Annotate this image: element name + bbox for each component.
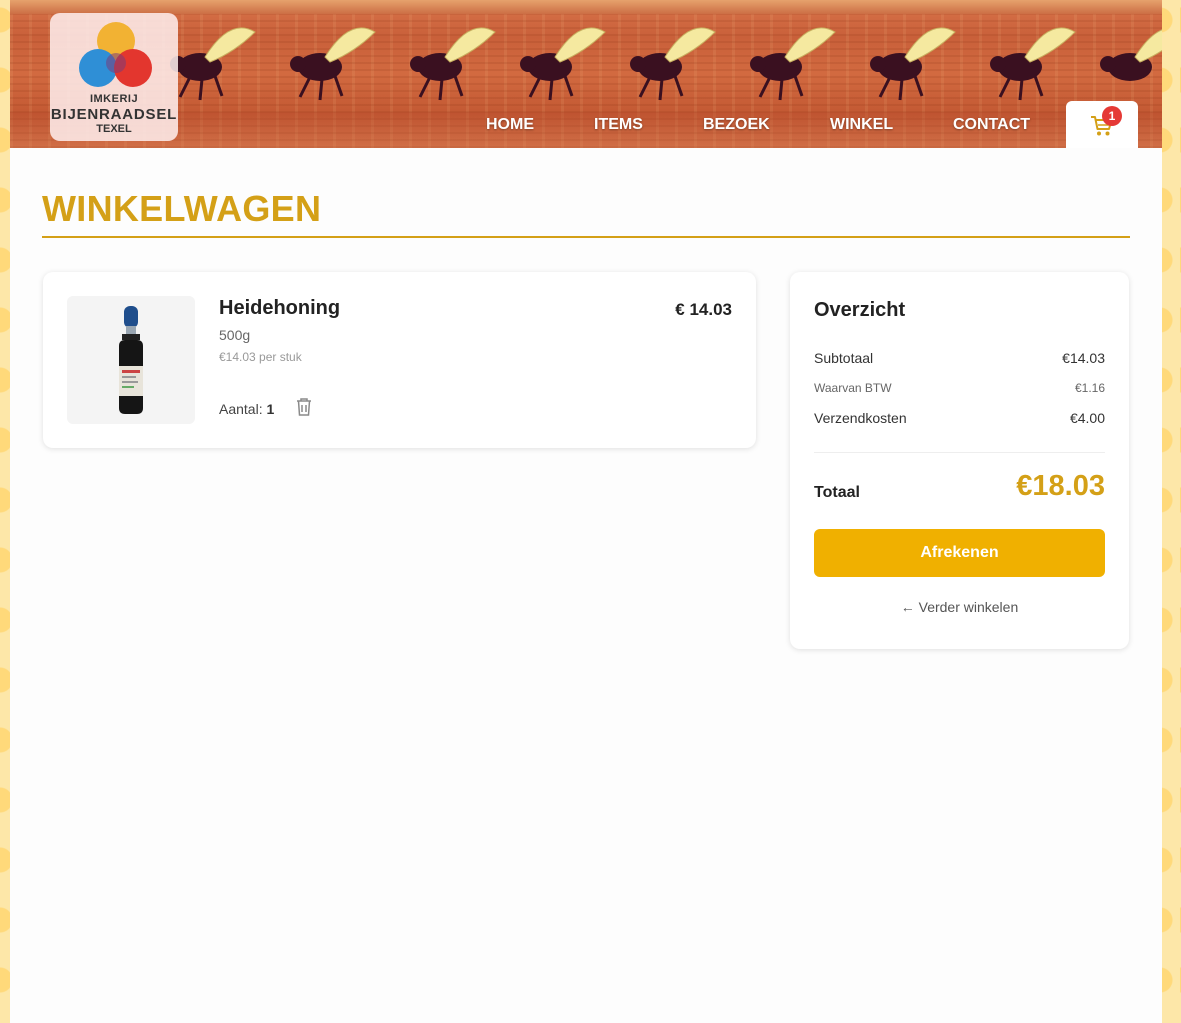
checkout-button[interactable]: Afrekenen <box>814 529 1105 577</box>
logo-text: IMKERIJ <box>89 93 139 105</box>
subtotal-label: Subtotaal <box>814 350 874 366</box>
logo-text: BIJENRAADSEL <box>50 106 178 123</box>
vat-label: Waarvan BTW <box>814 381 892 395</box>
shipping-value: €4.00 <box>1069 410 1105 426</box>
page: IMKERIJ BIJENRAADSEL TEXEL HOME ITEMS BE… <box>10 0 1162 1023</box>
subtotal-value: €14.03 <box>1062 350 1105 366</box>
subtotal-row: Subtotaal €14.03 <box>814 350 1105 366</box>
honey-bottle-image <box>119 306 143 414</box>
summary-divider <box>814 452 1105 453</box>
vat-value: €1.16 <box>1074 381 1105 395</box>
product-line-total: € 14.03 <box>675 300 732 319</box>
bee-illustration <box>520 27 606 101</box>
total-value: €18.03 <box>1016 470 1105 502</box>
product-unit-price: €14.03 per stuk <box>219 350 302 364</box>
shipping-label: Verzendkosten <box>814 410 907 426</box>
continue-shopping-link[interactable]: ← Verder winkelen <box>790 599 1129 615</box>
total-label: Totaal <box>814 484 860 501</box>
logo-text: TEXEL <box>96 123 132 135</box>
page-title: WINKELWAGEN <box>42 188 322 229</box>
product-image[interactable] <box>67 296 195 424</box>
vat-row: Waarvan BTW €1.16 <box>814 381 1105 395</box>
quantity-label: Aantal: <box>219 401 263 417</box>
cart-button[interactable]: 1 <box>1066 101 1138 148</box>
trash-icon[interactable] <box>295 397 313 417</box>
nav-home[interactable]: HOME <box>486 116 534 134</box>
bee-illustration <box>1100 29 1162 81</box>
bee-illustration <box>990 27 1076 101</box>
bee-illustration <box>630 27 716 101</box>
nav-items[interactable]: ITEMS <box>594 116 643 134</box>
summary-title: Overzicht <box>814 299 906 321</box>
nav-bezoek[interactable]: BEZOEK <box>703 116 770 134</box>
shipping-row: Verzendkosten €4.00 <box>814 410 1105 426</box>
bee-illustration <box>750 27 836 101</box>
bee-illustration <box>410 27 496 101</box>
quantity-value: 1 <box>266 401 275 417</box>
order-summary: Overzicht Subtotaal €14.03 Waarvan BTW €… <box>790 272 1129 649</box>
site-logo[interactable]: IMKERIJ BIJENRAADSEL TEXEL <box>50 13 178 141</box>
cart-count-badge: 1 <box>1102 106 1122 126</box>
nav-contact[interactable]: CONTACT <box>953 116 1030 134</box>
bee-illustration <box>870 27 956 101</box>
bee-illustration <box>290 27 376 101</box>
quantity-display: Aantal: 1 <box>219 401 274 417</box>
logo-circles-icon <box>79 22 152 87</box>
product-variant: 500g <box>219 327 251 343</box>
title-divider <box>42 236 1130 238</box>
nav-winkel[interactable]: WINKEL <box>830 116 893 134</box>
cart-item: Heidehoning 500g €14.03 per stuk € 14.03… <box>43 272 756 448</box>
bee-illustration <box>170 27 256 101</box>
site-header: IMKERIJ BIJENRAADSEL TEXEL HOME ITEMS BE… <box>10 0 1162 148</box>
product-name[interactable]: Heidehoning <box>219 297 340 320</box>
